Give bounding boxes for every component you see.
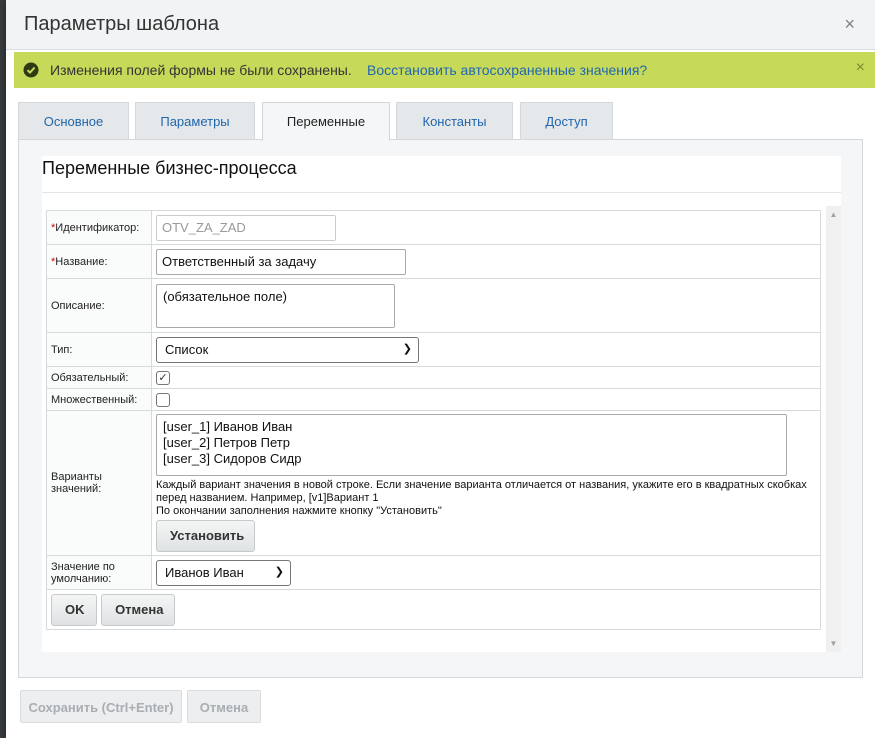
scroll-down-icon[interactable]: ▼ [826,639,841,648]
name-field[interactable]: Ответственный за задачу [156,248,406,275]
restore-autosave-link[interactable]: Восстановить автосохраненные значения? [367,62,647,78]
variants-hint: Каждый вариант значения в новой строке. … [156,479,807,504]
tab-access[interactable]: Доступ [520,102,613,140]
name-label: *Название: [46,244,152,279]
variable-form: *Идентификатор: OTV_ZA_ZAD *Название: От… [46,210,821,630]
tab-variables[interactable]: Переменные [262,102,390,141]
description-field[interactable]: (обязательное поле) [156,283,395,328]
footer-cancel-button[interactable]: Отмена [187,690,261,723]
required-label: Обязательный: [46,366,152,389]
required-checkbox[interactable]: ✓ [156,370,170,385]
default-select[interactable]: Иванов Иван ❯ [156,559,291,586]
chevron-down-icon: ❯ [274,565,284,578]
autosave-notice: Изменения полей формы не были сохранены.… [14,52,875,88]
identifier-label: *Идентификатор: [46,210,152,245]
template-params-dialog: Параметры шаблона × Изменения полей форм… [6,0,875,738]
panel-divider [42,192,841,193]
variables-panel: Переменные бизнес-процесса ▲ ▼ *Идентифи… [42,156,841,652]
multiple-checkbox[interactable] [156,392,170,407]
panel-title: Переменные бизнес-процесса [42,158,297,178]
tab-content: Переменные бизнес-процесса ▲ ▼ *Идентифи… [18,139,863,678]
type-select[interactable]: Список ❯ [156,336,419,363]
tab-main[interactable]: Основное [18,102,129,140]
dialog-title: Параметры шаблона [24,13,220,35]
variants-hint-2: По окончании заполнения нажмите кнопку "… [156,505,442,517]
identifier-field: OTV_ZA_ZAD [156,214,336,241]
variants-field[interactable]: [user_1] Иванов Иван [user_2] Петров Пет… [156,414,787,476]
save-button[interactable]: Сохранить (Ctrl+Enter) [20,690,182,723]
scroll-up-icon[interactable]: ▲ [826,210,841,219]
notice-message: Изменения полей формы не были сохранены. [50,62,352,78]
default-label: Значение по умолчанию: [46,555,152,590]
multiple-label: Множественный: [46,388,152,411]
dialog-titlebar: Параметры шаблона × [6,0,875,50]
notice-close-icon[interactable]: × [856,59,865,77]
close-icon[interactable]: × [844,14,855,34]
variants-label: Варианты значений: [46,410,152,556]
ok-button[interactable]: OK [51,593,97,626]
chevron-down-icon: ❯ [402,342,412,355]
check-circle-icon [23,62,39,78]
tab-constants[interactable]: Константы [396,102,513,140]
scrollbar[interactable]: ▲ ▼ [826,206,841,652]
tab-parameters[interactable]: Параметры [135,102,255,140]
description-label: Описание: [46,278,152,333]
cancel-button[interactable]: Отмена [101,593,176,626]
type-label: Тип: [46,332,152,367]
description-value: (обязательное поле) [163,288,288,304]
set-button[interactable]: Установить [156,520,255,552]
